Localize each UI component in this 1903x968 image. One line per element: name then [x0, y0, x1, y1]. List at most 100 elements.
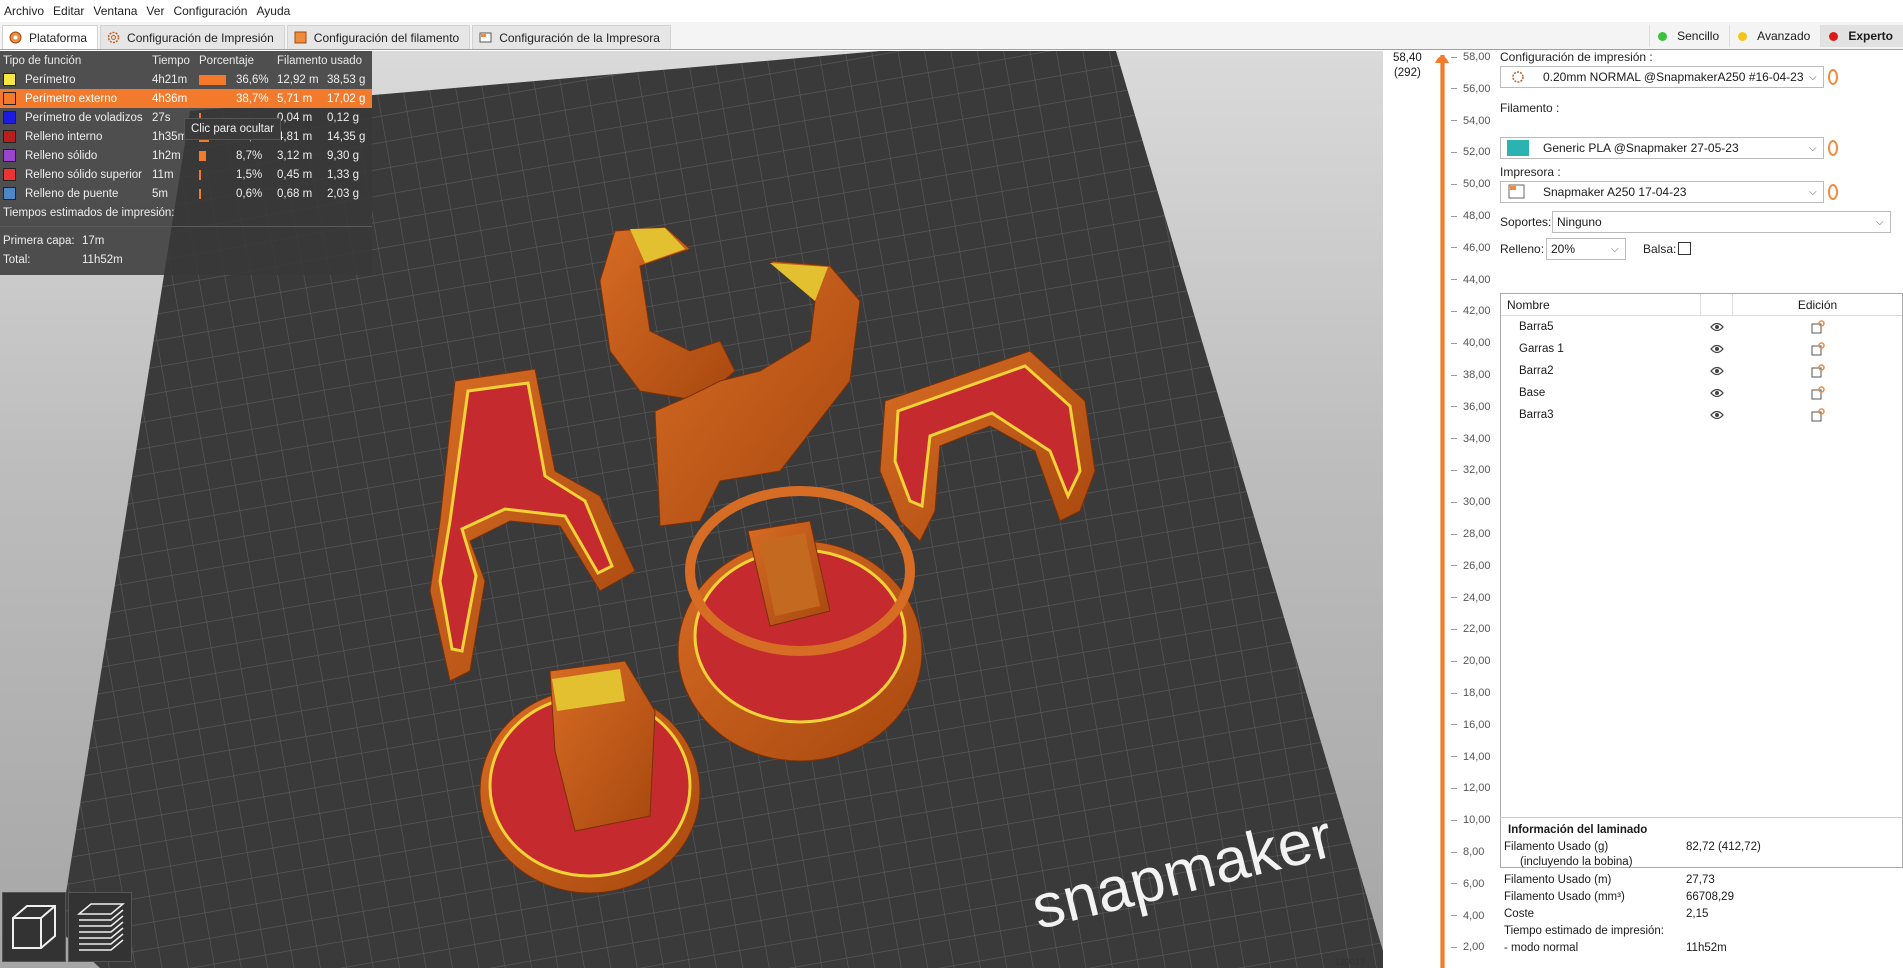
mode-advanced[interactable]: Avanzado — [1729, 25, 1820, 47]
tab-filament-settings[interactable]: Configuración del filamento — [286, 25, 471, 49]
layer-slider-track[interactable] — [1440, 55, 1445, 968]
divider — [0, 226, 372, 227]
percent-bar — [199, 188, 201, 199]
print-settings-combo[interactable]: 0.20mm NORMAL @SnapmakerA250 #16-04-23 ⌵ — [1500, 66, 1824, 88]
raft-label: Balsa: — [1643, 242, 1677, 256]
edit-settings-icon[interactable] — [1811, 364, 1825, 378]
legend-row[interactable]: Relleno sólido superior 11m 1,5% 0,45 m 1,33… — [0, 165, 372, 184]
object-row[interactable]: Barra2 — [1501, 360, 1902, 382]
supports-combo[interactable]: Ninguno ⌵ — [1552, 211, 1891, 233]
layer-tick: 16,00 — [1451, 719, 1491, 731]
first-layer-time: Primera capa: 17m — [3, 234, 105, 247]
menu-editar[interactable]: Editar — [51, 4, 91, 18]
object-row[interactable]: Barra5 — [1501, 316, 1902, 338]
layer-tick: 38,00 — [1451, 369, 1491, 381]
menu-ventana[interactable]: Ventana — [91, 4, 144, 18]
menu-archivo[interactable]: Archivo — [2, 4, 51, 18]
layer-tick: 34,00 — [1451, 433, 1491, 445]
mode-dot-icon — [1829, 31, 1839, 41]
tab-label: Configuración de la Impresora — [499, 30, 660, 45]
layer-slider-thumb[interactable] — [1435, 53, 1449, 63]
color-swatch — [3, 73, 16, 86]
printer-combo[interactable]: Snapmaker A250 17-04-23 ⌵ — [1500, 181, 1824, 203]
legend-row[interactable]: Perímetro externo 4h36m 38,7% 5,71 m 17,02 g — [0, 89, 372, 108]
edit-icon[interactable] — [1828, 184, 1838, 200]
layer-tick: 30,00 — [1451, 496, 1491, 508]
printer-icon — [479, 32, 492, 43]
color-swatch — [3, 187, 16, 200]
filament-color-swatch — [1507, 140, 1529, 156]
object-row[interactable]: Base — [1501, 382, 1902, 404]
legend-row[interactable]: Perímetro 4h21m 36,6% 12,92 m 38,53 g — [0, 70, 372, 89]
filament-label: Filamento : — [1500, 101, 1560, 115]
tab-printer-settings[interactable]: Configuración de la Impresora — [472, 25, 671, 49]
edit-settings-icon[interactable] — [1811, 342, 1825, 356]
menu-ayuda[interactable]: Ayuda — [254, 4, 297, 18]
layer-tick: 50,00 — [1451, 178, 1491, 190]
infill-combo[interactable]: 20% ⌵ — [1546, 238, 1626, 260]
color-swatch — [3, 149, 16, 162]
layer-tick: 54,00 — [1451, 115, 1491, 127]
layer-tick: 56,00 — [1451, 83, 1491, 95]
legend-row[interactable]: Relleno de puente 5m 0,6% 0,68 m 2,03 g — [0, 184, 372, 203]
raft-checkbox[interactable] — [1678, 242, 1691, 255]
total-time: Total: 11h52m — [3, 253, 123, 266]
mode-expert[interactable]: Experto — [1820, 25, 1903, 47]
eye-icon[interactable] — [1710, 410, 1724, 420]
layer-tick: 24,00 — [1451, 592, 1491, 604]
color-swatch — [3, 111, 16, 124]
filament-combo[interactable]: Generic PLA @Snapmaker 27-05-23 ⌵ — [1500, 137, 1824, 159]
chevron-down-icon: ⌵ — [1809, 186, 1817, 198]
print-settings-label: Configuración de impresión : — [1500, 50, 1653, 64]
object-row[interactable]: Barra3 — [1501, 404, 1902, 426]
layer-tick: 32,00 — [1451, 464, 1491, 476]
eye-icon[interactable] — [1710, 388, 1724, 398]
legend-row[interactable]: Relleno sólido 1h2m 8,7% 3,12 m 9,30 g — [0, 146, 372, 165]
eye-icon[interactable] — [1710, 366, 1724, 376]
3d-view-button[interactable] — [2, 892, 66, 962]
percent-bar — [199, 150, 206, 161]
edit-settings-icon[interactable] — [1811, 386, 1825, 400]
slice-info-row: Tiempo estimado de impresión: — [1504, 925, 1665, 937]
tab-plataforma[interactable]: Plataforma — [2, 25, 99, 49]
chevron-down-icon: ⌵ — [1611, 243, 1619, 255]
color-swatch — [3, 130, 16, 143]
percent-bar — [199, 74, 226, 85]
slice-info-title: Información del laminado — [1508, 824, 1648, 836]
cube-icon — [12, 905, 56, 949]
layer-readout: 58,40 (292) — [1393, 52, 1422, 79]
layer-tick: 2,00 — [1451, 941, 1484, 953]
layer-tick: 46,00 — [1451, 242, 1491, 254]
layers-view-button[interactable] — [68, 892, 132, 962]
layer-tick: 42,00 — [1451, 305, 1491, 317]
slice-info-row: Filamento Usado (g) (incluyendo la bobina… — [1504, 841, 1761, 868]
chevron-down-icon: ⌵ — [1809, 71, 1817, 83]
color-swatch — [3, 168, 16, 181]
layer-tick: 58,00 — [1451, 51, 1491, 63]
edit-icon[interactable] — [1828, 140, 1838, 156]
chevron-down-icon: ⌵ — [1809, 142, 1817, 154]
menu-configuracion[interactable]: Configuración — [171, 4, 254, 18]
mode-simple[interactable]: Sencillo — [1649, 25, 1729, 47]
chevron-down-icon: ⌵ — [1876, 216, 1884, 228]
eye-icon[interactable] — [1710, 322, 1724, 332]
edit-settings-icon[interactable] — [1811, 320, 1825, 334]
gear-icon — [107, 31, 120, 44]
object-row[interactable]: Garras 1 — [1501, 338, 1902, 360]
tab-label: Plataforma — [29, 30, 88, 45]
printer-label: Impresora : — [1500, 165, 1561, 179]
legend-panel: Tipo de función Tiempo Porcentaje Filame… — [0, 51, 372, 275]
percent-bar — [199, 93, 228, 104]
tab-print-settings[interactable]: Configuración de Impresión — [100, 25, 285, 49]
edit-icon[interactable] — [1828, 69, 1838, 85]
mode-selector: Sencillo Avanzado Experto — [1649, 22, 1903, 50]
bed-label: 120017 — [1335, 957, 1365, 967]
eye-icon[interactable] — [1710, 344, 1724, 354]
menu-ver[interactable]: Ver — [144, 4, 171, 18]
object-list: Nombre Edición Barra5 Garras 1 Barra2 Base B… — [1500, 293, 1903, 868]
supports-label: Soportes: — [1500, 215, 1552, 229]
slice-info: Información del laminado Filamento Usado… — [1500, 817, 1903, 967]
layer-tick: 40,00 — [1451, 337, 1491, 349]
edit-settings-icon[interactable] — [1811, 408, 1825, 422]
slice-info-row: Filamento Usado (m) 27,73 — [1504, 874, 1715, 886]
